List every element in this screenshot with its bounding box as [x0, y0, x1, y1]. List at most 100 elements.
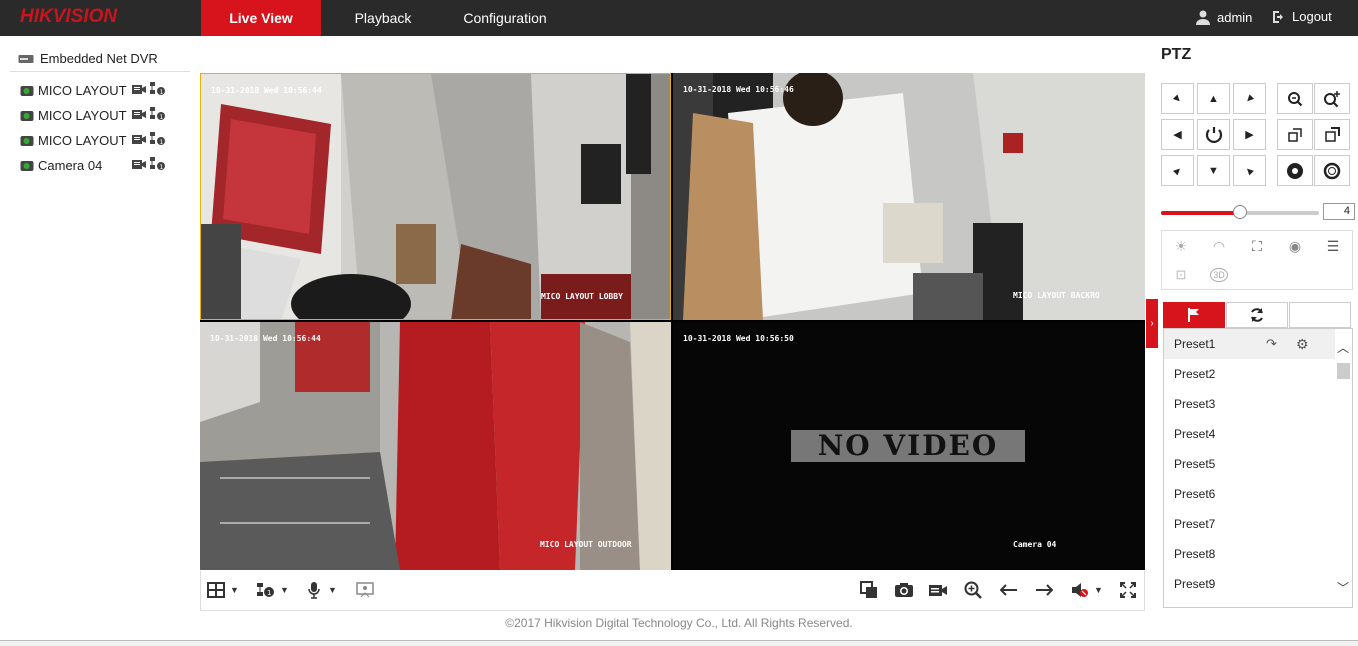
capture-button[interactable]: [894, 580, 914, 600]
tile-timestamp: 10-31-2018 Wed 10:56:44: [210, 334, 321, 343]
record-icon[interactable]: [132, 83, 146, 98]
digital-zoom-button[interactable]: [964, 580, 982, 600]
video-tile-3[interactable]: 10-31-2018 Wed 10:56:44 MICO LAYOUT OUTD…: [200, 322, 671, 570]
ptz-down-left-button[interactable]: ▲: [1161, 155, 1194, 186]
tab-patrol[interactable]: [1226, 302, 1288, 328]
video-tile-4[interactable]: 10-31-2018 Wed 10:56:50 NO VIDEO Camera …: [673, 322, 1145, 570]
tab-pattern[interactable]: [1289, 302, 1351, 328]
camera-item-4[interactable]: Camera 04 1: [10, 153, 190, 178]
menu-button[interactable]: ☰: [1314, 234, 1352, 258]
volume-button[interactable]: ▼: [1071, 580, 1103, 600]
tab-live-view[interactable]: Live View: [201, 0, 321, 36]
fullscreen-button[interactable]: [1120, 580, 1136, 600]
preset-list: Preset1 ↷ ⚙ Preset2 Preset3 Preset4 Pres…: [1163, 328, 1353, 608]
manual-tracking-button[interactable]: ⊡: [1162, 263, 1200, 287]
preset-item[interactable]: Preset5: [1164, 449, 1352, 479]
top-bar: HIKVISION Live View Playback Configurati…: [0, 0, 1358, 36]
camera-item-1[interactable]: MICO LAYOUT LOBBY 1: [10, 78, 190, 103]
audio-talk-button[interactable]: ▼: [307, 580, 337, 600]
device-tree: Embedded Net DVR MICO LAYOUT LOBBY 1 MIC…: [10, 46, 190, 178]
camera-icon: [20, 85, 34, 96]
ptz-collapse-button[interactable]: ›: [1146, 299, 1158, 348]
preset-item[interactable]: Preset7: [1164, 509, 1352, 539]
stream-icon[interactable]: 1: [150, 107, 166, 124]
no-video-banner: NO VIDEO: [791, 430, 1025, 462]
previous-page-button[interactable]: [1000, 580, 1018, 600]
stream-icon[interactable]: 1: [150, 132, 166, 149]
iris-open-button[interactable]: [1277, 155, 1313, 186]
video-tile-1[interactable]: 10-31-2018 Wed 10:56:44 MICO LAYOUT LOBB…: [200, 73, 671, 320]
preset-item[interactable]: Preset4: [1164, 419, 1352, 449]
camera-item-2[interactable]: MICO LAYOUT BACKROOM 1: [10, 103, 190, 128]
next-page-button[interactable]: [1035, 580, 1053, 600]
ptz-speed-slider[interactable]: [1161, 205, 1319, 219]
lens-init-button[interactable]: ◉: [1276, 234, 1314, 258]
preset-item[interactable]: Preset2: [1164, 359, 1352, 389]
window-layout-button[interactable]: ▼: [207, 580, 239, 600]
3d-positioning-icon: 3D: [1210, 268, 1228, 282]
zoom-in-button[interactable]: [1314, 83, 1350, 114]
ptz-up-button[interactable]: ▲: [1197, 83, 1230, 114]
3d-positioning-button[interactable]: 3D: [1200, 263, 1238, 287]
record-all-button[interactable]: [928, 580, 948, 600]
record-icon[interactable]: [132, 133, 146, 148]
stream-icon[interactable]: 1: [150, 82, 166, 99]
ptz-left-button[interactable]: ◀: [1161, 119, 1194, 150]
preset-item[interactable]: Preset8: [1164, 539, 1352, 569]
ptz-up-left-button[interactable]: ▼: [1161, 83, 1194, 114]
video-tile-2[interactable]: 10-31-2018 Wed 10:56:46 MICO LAYOUT BACK…: [673, 73, 1145, 320]
light-button[interactable]: ☀: [1162, 234, 1200, 258]
wiper-button[interactable]: ◠: [1200, 234, 1238, 258]
tab-preset[interactable]: [1163, 302, 1225, 328]
preset-item[interactable]: Preset3: [1164, 389, 1352, 419]
preset-label: Preset9: [1174, 577, 1216, 591]
preset-scrollbar[interactable]: ︿ ﹀: [1335, 329, 1352, 607]
preset-label: Preset8: [1174, 547, 1216, 561]
stop-all-button[interactable]: [860, 580, 878, 600]
video-frame-image: [673, 73, 1145, 320]
digital-zoom-area-button[interactable]: [356, 580, 374, 600]
stream-icon[interactable]: 1: [150, 157, 166, 174]
scroll-down-icon[interactable]: ﹀: [1337, 579, 1349, 596]
chevron-down-icon: ▼: [230, 585, 239, 595]
ptz-right-button[interactable]: ▶: [1233, 119, 1266, 150]
preset-item[interactable]: Preset1 ↷ ⚙: [1164, 329, 1352, 359]
scroll-up-icon[interactable]: ︿: [1337, 339, 1349, 356]
svg-text:1: 1: [160, 164, 164, 171]
user-menu[interactable]: admin: [1195, 9, 1252, 25]
scroll-thumb[interactable]: [1337, 363, 1350, 379]
tile-timestamp: 10-31-2018 Wed 10:56:50: [683, 334, 794, 343]
ptz-auto-button[interactable]: [1197, 119, 1230, 150]
preset-label: Preset2: [1174, 367, 1216, 381]
record-icon[interactable]: [132, 108, 146, 123]
ptz-down-right-button[interactable]: ▲: [1233, 155, 1266, 186]
live-toolbar: ▼ 1 ▼ ▼ ▼: [200, 571, 1145, 611]
tab-playback[interactable]: Playback: [330, 0, 436, 36]
preset-item[interactable]: Preset6: [1164, 479, 1352, 509]
ptz-down-button[interactable]: ▼: [1197, 155, 1230, 186]
logout-button[interactable]: Logout: [1272, 9, 1332, 24]
ptz-speed-knob[interactable]: [1233, 205, 1247, 219]
aux-functions: ☀ ◠ ⛶ ◉ ☰ ⊡ 3D: [1161, 230, 1353, 290]
stream-type-button[interactable]: 1 ▼: [257, 580, 289, 600]
auto-focus-button[interactable]: ⛶: [1238, 234, 1276, 258]
ptz-up-right-button[interactable]: ▼: [1233, 83, 1266, 114]
tree-root-dvr[interactable]: Embedded Net DVR: [10, 46, 190, 72]
call-preset-icon[interactable]: ↷: [1266, 329, 1277, 359]
focus-far-button[interactable]: [1314, 119, 1350, 150]
record-icon[interactable]: [132, 158, 146, 173]
preset-item[interactable]: Preset9: [1164, 569, 1352, 599]
preset-label: Preset4: [1174, 427, 1216, 441]
arrow-down-icon: ▼: [1208, 164, 1219, 177]
tab-configuration[interactable]: Configuration: [450, 0, 560, 36]
light-icon: ☀: [1174, 237, 1188, 254]
camera-item-3[interactable]: MICO LAYOUT OUTDOOR 1: [10, 128, 190, 153]
video-frame-image: [201, 74, 670, 319]
grid-layout-icon: [207, 582, 225, 598]
iris-close-button[interactable]: [1314, 155, 1350, 186]
focus-near-button[interactable]: [1277, 119, 1313, 150]
tile-camera-label: MICO LAYOUT LOBBY: [541, 292, 623, 301]
tile-camera-label: MICO LAYOUT BACKRO: [1013, 291, 1100, 300]
gear-icon[interactable]: ⚙: [1296, 329, 1309, 359]
zoom-out-button[interactable]: [1277, 83, 1313, 114]
